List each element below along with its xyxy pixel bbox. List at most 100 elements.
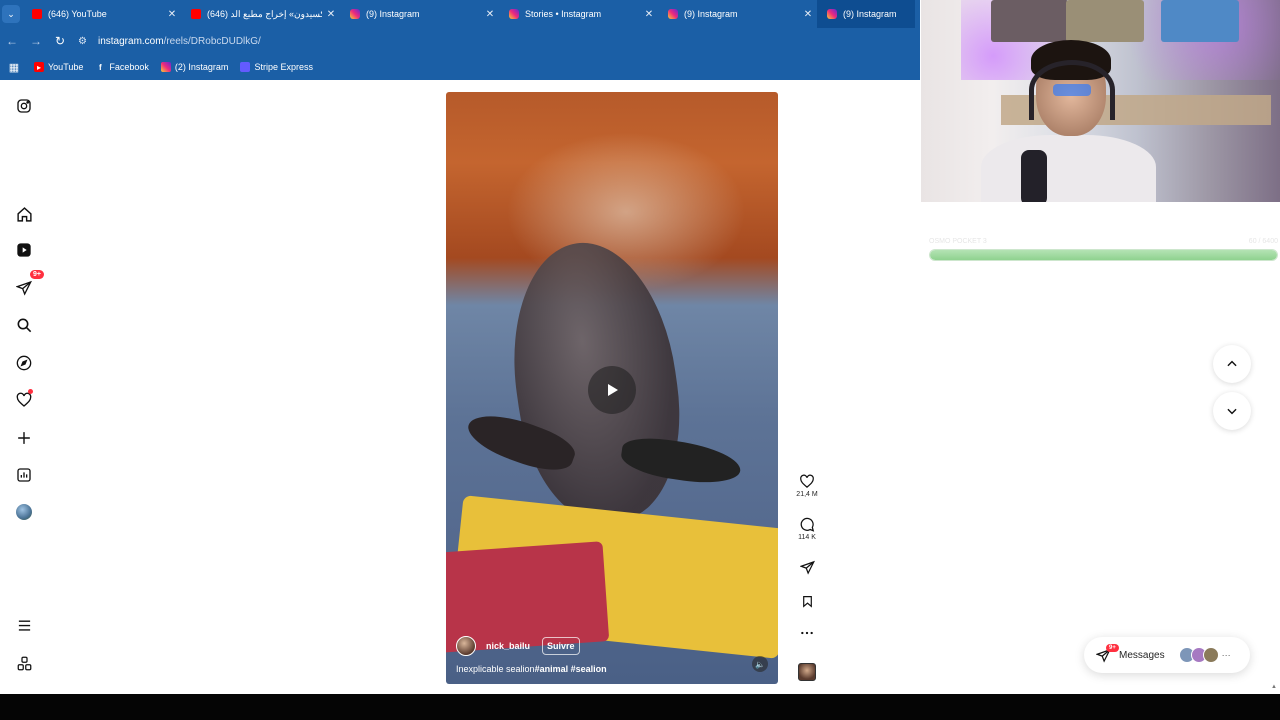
messages-button[interactable]: 9+ Messages ··· [1084,637,1250,673]
play-button[interactable] [588,366,636,414]
create-icon[interactable] [12,426,36,450]
reel-caption: Inexplicable sealion#animal #sealion [456,664,768,674]
instagram-sidebar: 9+ [0,80,48,692]
caption-text: Inexplicable sealion [456,664,535,674]
instagram-icon [827,9,837,19]
bookmark-label: (2) Instagram [174,62,229,72]
also-from-meta-icon[interactable] [12,651,36,675]
reel-info: nick_bailu Suivre Inexplicable sealion#a… [456,636,768,674]
like-button[interactable]: 21,4 M [792,474,822,498]
messages-label: Messages [1119,649,1165,661]
screen: ⌄ (646) YouTube ✕ (646) أكسيدون» إخراج م… [0,0,1280,720]
goal-progress-fill [930,250,1277,260]
mute-icon[interactable]: 🔈 [752,656,768,672]
bookmark-stripe[interactable]: Stripe Express [240,62,313,72]
streamer [981,40,1156,202]
poster-image [991,0,1069,42]
reels-icon[interactable] [12,238,36,262]
menu-icon[interactable] [12,613,36,637]
goal-header: OSMO POCKET 3 60 / 6400 [929,238,1278,245]
reel-video[interactable]: nick_bailu Suivre Inexplicable sealion#a… [446,92,778,684]
close-icon[interactable]: ✕ [163,9,181,20]
microphone-icon [1021,150,1047,202]
caption-hashtags[interactable]: #animal #sealion [535,664,607,674]
share-button[interactable] [792,560,822,575]
instagram-icon [160,62,171,72]
url-field[interactable]: ⚙ instagram.com/reels/DRobcDUDlkG/ [78,31,912,51]
tab-title: (646) YouTube [48,9,107,19]
browser-tab-active[interactable]: (9) Instagram [817,0,915,28]
goal-value: 60 / 6400 [1248,238,1278,245]
close-icon[interactable]: ✕ [799,9,817,20]
browser-tab-strip: ⌄ (646) YouTube ✕ (646) أكسيدون» إخراج م… [0,0,920,28]
poster-image [1161,0,1239,42]
more-options-icon[interactable] [792,628,822,638]
close-icon[interactable]: ✕ [481,9,499,20]
author-username[interactable]: nick_bailu [486,641,530,651]
instagram-icon [668,9,678,19]
browser-tab[interactable]: (9) Instagram ✕ [340,0,499,28]
taskbar [0,694,1280,720]
reload-button[interactable]: ↻ [48,28,72,54]
instagram-icon [350,9,360,19]
apps-grid-icon[interactable]: ▦ [6,59,22,75]
instagram-logo-icon[interactable] [12,94,36,118]
forward-button[interactable]: → [24,28,48,54]
tab-title: (646) أكسيدون» إخراج مطبع الد... [207,8,322,19]
youtube-icon: ▸ [34,62,44,72]
webcam-overlay [921,0,1280,202]
dashboard-icon[interactable] [12,463,36,487]
bookmark-instagram[interactable]: (2) Instagram [160,62,229,72]
browser-tab[interactable]: (646) YouTube ✕ [22,0,181,28]
bookmark-label: Stripe Express [254,62,313,72]
webcam-scene-detail [1053,84,1091,96]
next-reel-button[interactable] [1213,392,1251,430]
chevron-down-icon [1227,408,1237,415]
tab-search-button[interactable]: ⌄ [0,0,22,28]
back-button[interactable]: ← [0,28,24,54]
tab-title: (9) Instagram [843,9,897,19]
chevron-down-icon: ⌄ [2,5,20,23]
comment-count: 114 K [798,534,816,541]
chevron-up-icon [1227,360,1237,367]
save-button[interactable] [792,594,822,609]
avatar[interactable] [456,636,476,656]
poster-image [1066,0,1144,42]
youtube-icon [32,9,42,19]
audio-thumbnail [798,663,816,681]
facebook-icon: f [99,62,102,72]
home-icon[interactable] [12,202,36,226]
close-icon[interactable]: ✕ [640,9,658,20]
browser-tab[interactable]: (646) أكسيدون» إخراج مطبع الد... ✕ [181,0,340,28]
close-icon[interactable]: ✕ [322,9,340,20]
like-count: 21,4 M [796,491,818,498]
follow-button[interactable]: Suivre [542,637,580,655]
more-icon: ··· [1221,650,1231,660]
direct-messages-icon[interactable]: 9+ [12,270,44,300]
search-icon[interactable] [12,313,36,337]
profile-avatar[interactable] [12,500,36,524]
stripe-icon [240,62,251,72]
avatar [1202,647,1219,663]
explore-icon[interactable] [12,351,36,375]
bookmark-facebook[interactable]: f Facebook [95,62,149,72]
site-info-icon[interactable]: ⚙ [78,36,94,47]
author-row: nick_bailu Suivre [456,636,768,656]
audio-button[interactable] [792,663,822,681]
tab-title: (9) Instagram [366,9,420,19]
avatar [16,504,32,520]
browser-tab[interactable]: (9) Instagram ✕ [658,0,817,28]
donation-goal-widget: OSMO POCKET 3 60 / 6400 [929,238,1278,261]
url-path: /reels/DRobcDUDlkG/ [163,35,261,47]
comment-button[interactable]: 114 K [792,517,822,541]
goal-progress-bar [929,249,1278,261]
notifications-icon[interactable] [12,388,36,412]
url-host: instagram.com [98,35,164,47]
previous-reel-button[interactable] [1213,345,1251,383]
bookmark-label: Facebook [109,62,149,72]
tab-title: Stories • Instagram [525,9,602,19]
tab-title: (9) Instagram [684,9,738,19]
youtube-icon [191,9,201,19]
bookmark-youtube[interactable]: ▸ YouTube [34,62,83,72]
browser-tab[interactable]: Stories • Instagram ✕ [499,0,658,28]
